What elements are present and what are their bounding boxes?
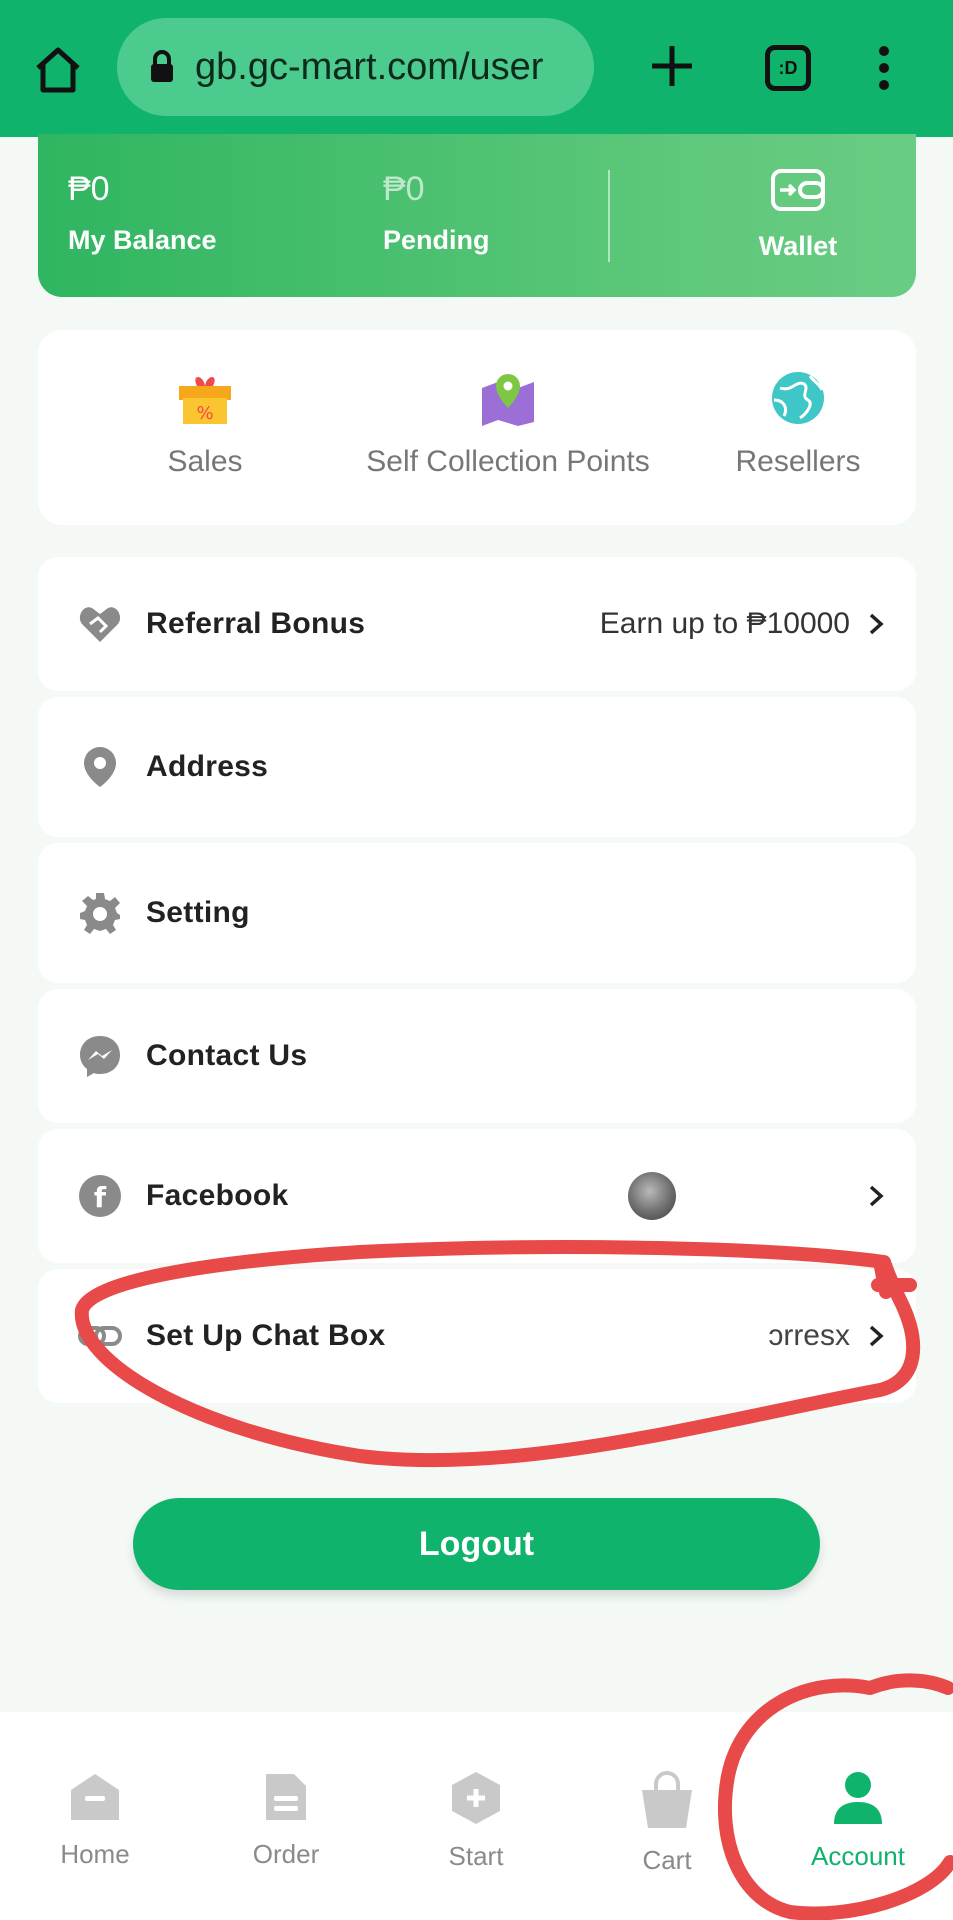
more-menu-icon[interactable] [870, 44, 898, 92]
nav-item-home[interactable]: Home [25, 1770, 165, 1870]
balance-divider [608, 170, 610, 262]
link-icon [78, 1326, 122, 1346]
nav-item-start[interactable]: Start [406, 1770, 546, 1872]
quick-item-sales[interactable]: % Sales [130, 370, 280, 479]
chevron-right-icon [869, 1325, 884, 1347]
bottom-nav: Home Order Start Cart Account [0, 1712, 953, 1920]
pending-value: ₱0 [383, 170, 425, 208]
lock-icon [151, 50, 173, 82]
wallet-icon [771, 169, 825, 211]
avatar [628, 1172, 676, 1220]
quick-actions-card: % Sales Self Collection Points Resellers [38, 330, 916, 525]
gift-percent-icon: % [179, 377, 231, 424]
nav-label-account: Account [811, 1841, 905, 1871]
quick-label-sales: Sales [167, 445, 243, 478]
quick-item-self-collection[interactable]: Self Collection Points [308, 370, 708, 479]
home-icon[interactable] [30, 42, 86, 98]
menu-row-address[interactable]: Address [38, 697, 916, 837]
quick-item-resellers[interactable]: Resellers [698, 370, 898, 479]
tab-switcher-button[interactable]: :D [765, 45, 811, 91]
pending-balance[interactable]: ₱0 Pending [383, 170, 490, 256]
menu-row-setting[interactable]: Setting [38, 843, 916, 983]
browser-toolbar: gb.gc-mart.com/user :D [0, 0, 953, 137]
url-text: gb.gc-mart.com/user [195, 45, 544, 88]
order-icon [266, 1774, 306, 1820]
menu-label-referral: Referral Bonus [146, 607, 366, 640]
menu-row-contact[interactable]: Contact Us [38, 989, 916, 1123]
menu-label-address: Address [146, 750, 269, 783]
nav-item-cart[interactable]: Cart [597, 1770, 737, 1876]
logout-button[interactable]: Logout [133, 1498, 820, 1590]
menu-label-facebook: Facebook [146, 1179, 289, 1212]
chevron-right-icon [869, 613, 884, 635]
globe-icon [772, 372, 824, 424]
chevron-right-icon [869, 1185, 884, 1207]
chatbox-value: ɔrresx [768, 1319, 850, 1352]
start-icon [452, 1772, 500, 1824]
nav-item-account[interactable]: Account [788, 1770, 928, 1872]
nav-label-cart: Cart [642, 1845, 692, 1875]
nav-item-order[interactable]: Order [216, 1770, 356, 1870]
wallet-button[interactable]: Wallet [738, 168, 858, 262]
pending-label: Pending [383, 225, 490, 255]
menu-label-chatbox: Set Up Chat Box [146, 1319, 386, 1352]
quick-label-self-collection: Self Collection Points [366, 445, 650, 478]
location-pin-icon [84, 747, 116, 787]
referral-value: Earn up to ₱10000 [599, 607, 850, 640]
nav-label-start: Start [448, 1841, 504, 1871]
menu-label-contact: Contact Us [146, 1039, 308, 1072]
cart-icon [642, 1771, 692, 1828]
svg-text:f: f [94, 1181, 107, 1214]
heart-handshake-icon [79, 607, 121, 642]
my-balance-value: ₱0 [68, 170, 110, 208]
svg-text:%: % [196, 403, 213, 424]
account-icon [834, 1772, 882, 1824]
nav-label-home: Home [60, 1839, 130, 1869]
messenger-icon [80, 1036, 120, 1077]
my-balance[interactable]: ₱0 My Balance [68, 170, 217, 256]
address-bar[interactable]: gb.gc-mart.com/user [117, 18, 594, 116]
balance-card: ₱0 My Balance ₱0 Pending Wallet [38, 134, 916, 297]
menu-row-chatbox[interactable]: Set Up Chat Box ɔrresx [38, 1269, 916, 1403]
map-pin-icon [482, 374, 534, 426]
wallet-label: Wallet [758, 231, 838, 261]
quick-label-resellers: Resellers [735, 445, 861, 478]
menu-row-facebook[interactable]: f Facebook [38, 1129, 916, 1263]
nav-label-order: Order [252, 1839, 320, 1869]
menu-label-setting: Setting [146, 896, 250, 929]
home-icon [71, 1774, 119, 1820]
menu-row-referral[interactable]: Referral Bonus Earn up to ₱10000 [38, 557, 916, 691]
gear-icon [80, 893, 120, 934]
new-tab-icon[interactable] [644, 38, 700, 94]
my-balance-label: My Balance [68, 225, 217, 255]
facebook-icon: f [79, 1175, 121, 1217]
